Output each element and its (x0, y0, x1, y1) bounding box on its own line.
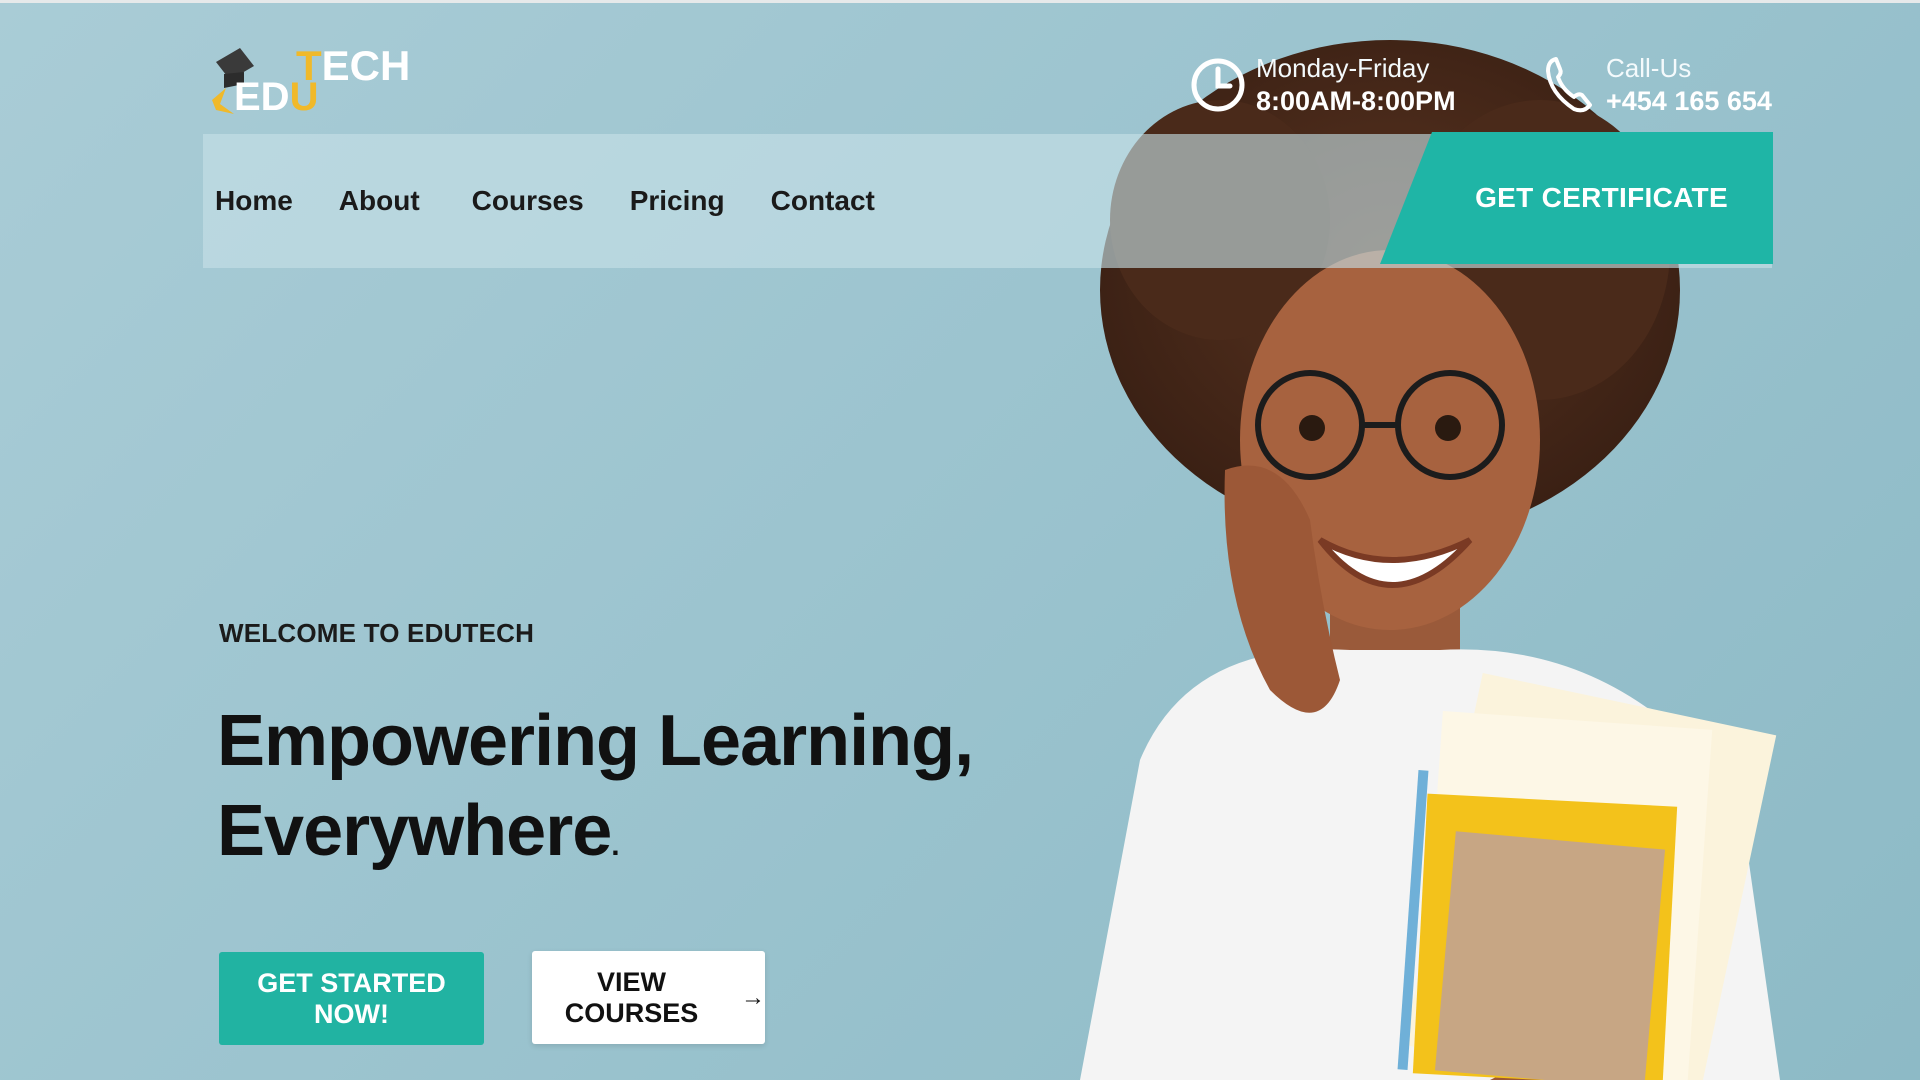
nav-item-contact[interactable]: Contact (771, 185, 875, 217)
nav-item-home[interactable]: Home (215, 185, 293, 217)
call-label: Call-Us (1606, 53, 1692, 83)
nav-item-about[interactable]: About (339, 185, 420, 217)
call-phone-number[interactable]: +454 165 654 (1606, 85, 1772, 119)
logo-text-edu: EDU (234, 75, 319, 119)
hero-headline: Empowering Learning, Everywhere. (217, 696, 1017, 891)
get-certificate-button[interactable]: GET CERTIFICATE (1380, 132, 1773, 264)
hours-label: Monday-Friday (1256, 53, 1430, 83)
get-started-button[interactable]: GET STARTED NOW! (219, 952, 484, 1045)
headline-line-2: Everywhere. (217, 791, 620, 871)
brand-logo[interactable]: TECH EDU (210, 42, 410, 119)
phone-icon (1540, 53, 1596, 117)
view-courses-button[interactable]: VIEW COURSES → (532, 951, 765, 1044)
arrow-right-icon: → (741, 983, 765, 1011)
clock-icon (1190, 53, 1246, 117)
call-us[interactable]: Call-Us +454 165 654 (1540, 52, 1772, 118)
nav-item-pricing[interactable]: Pricing (630, 185, 725, 217)
nav-item-courses[interactable]: Courses (472, 185, 584, 217)
view-courses-label: VIEW COURSES (564, 966, 699, 1028)
nav-links: Home About Courses Pricing Contact (215, 134, 921, 268)
top-border (0, 0, 1920, 3)
business-hours: Monday-Friday 8:00AM-8:00PM (1190, 52, 1456, 118)
headline-line-1: Empowering Learning, (217, 701, 974, 781)
welcome-eyebrow: WELCOME TO EDUTECH (219, 618, 535, 648)
hours-value: 8:00AM-8:00PM (1256, 85, 1456, 116)
